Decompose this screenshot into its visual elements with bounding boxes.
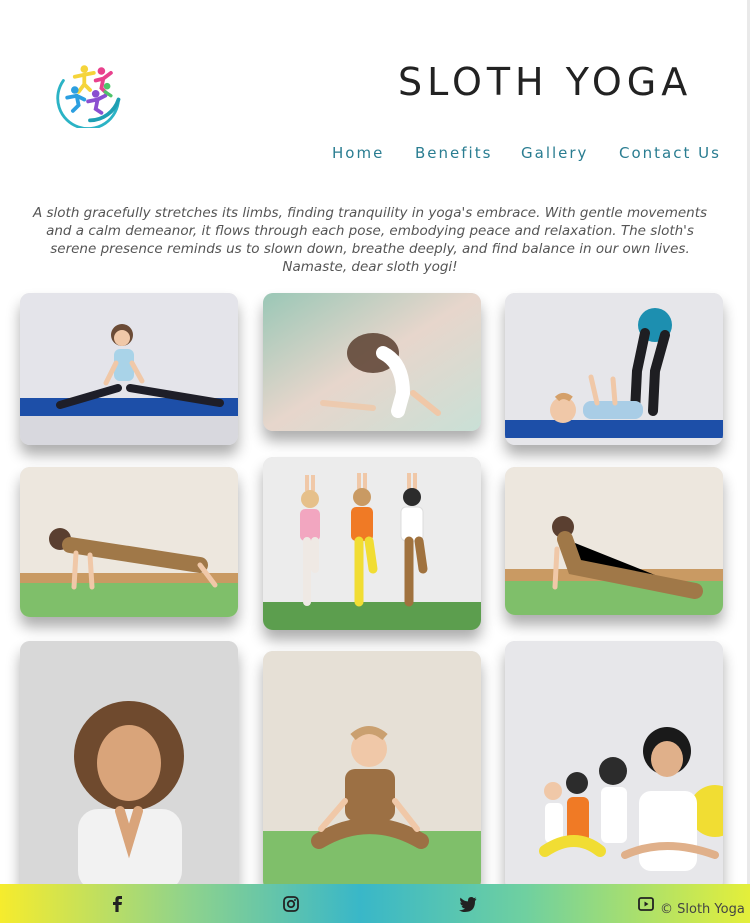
logo[interactable] (52, 52, 128, 130)
youtube-icon[interactable] (636, 894, 656, 914)
gallery-photo-boy-cobra[interactable] (505, 467, 723, 615)
gallery-photo-tree-pose[interactable] (263, 457, 481, 630)
twitter-icon[interactable] (458, 894, 478, 914)
gallery-photo-kids-meditating[interactable] (505, 641, 723, 891)
intro-text: A sloth gracefully stretches its limbs, … (32, 204, 708, 275)
copyright-text: © Sloth Yoga (660, 902, 745, 917)
gallery-photo-boy-lotus[interactable] (263, 651, 481, 891)
footer: © Sloth Yoga (0, 884, 750, 923)
facebook-icon[interactable] (107, 894, 127, 914)
gallery-photo-girl-praying[interactable] (20, 641, 238, 891)
main-nav: Home Benefits Gallery Contact Us (0, 144, 750, 168)
gallery-photo-girl-splits[interactable] (20, 293, 238, 445)
gallery-photo-girl-backbend[interactable] (263, 293, 481, 431)
nav-contact-us[interactable]: Contact Us (619, 144, 721, 162)
site-title: SLOTH YOGA (398, 60, 693, 104)
gallery-photo-boy-plank[interactable] (20, 467, 238, 617)
yoga-people-logo-icon (56, 65, 121, 130)
nav-gallery[interactable]: Gallery (521, 144, 588, 162)
gallery-photo-child-with-ball[interactable] (505, 293, 723, 445)
nav-home[interactable]: Home (332, 144, 384, 162)
instagram-icon[interactable] (281, 894, 301, 914)
nav-benefits[interactable]: Benefits (415, 144, 492, 162)
